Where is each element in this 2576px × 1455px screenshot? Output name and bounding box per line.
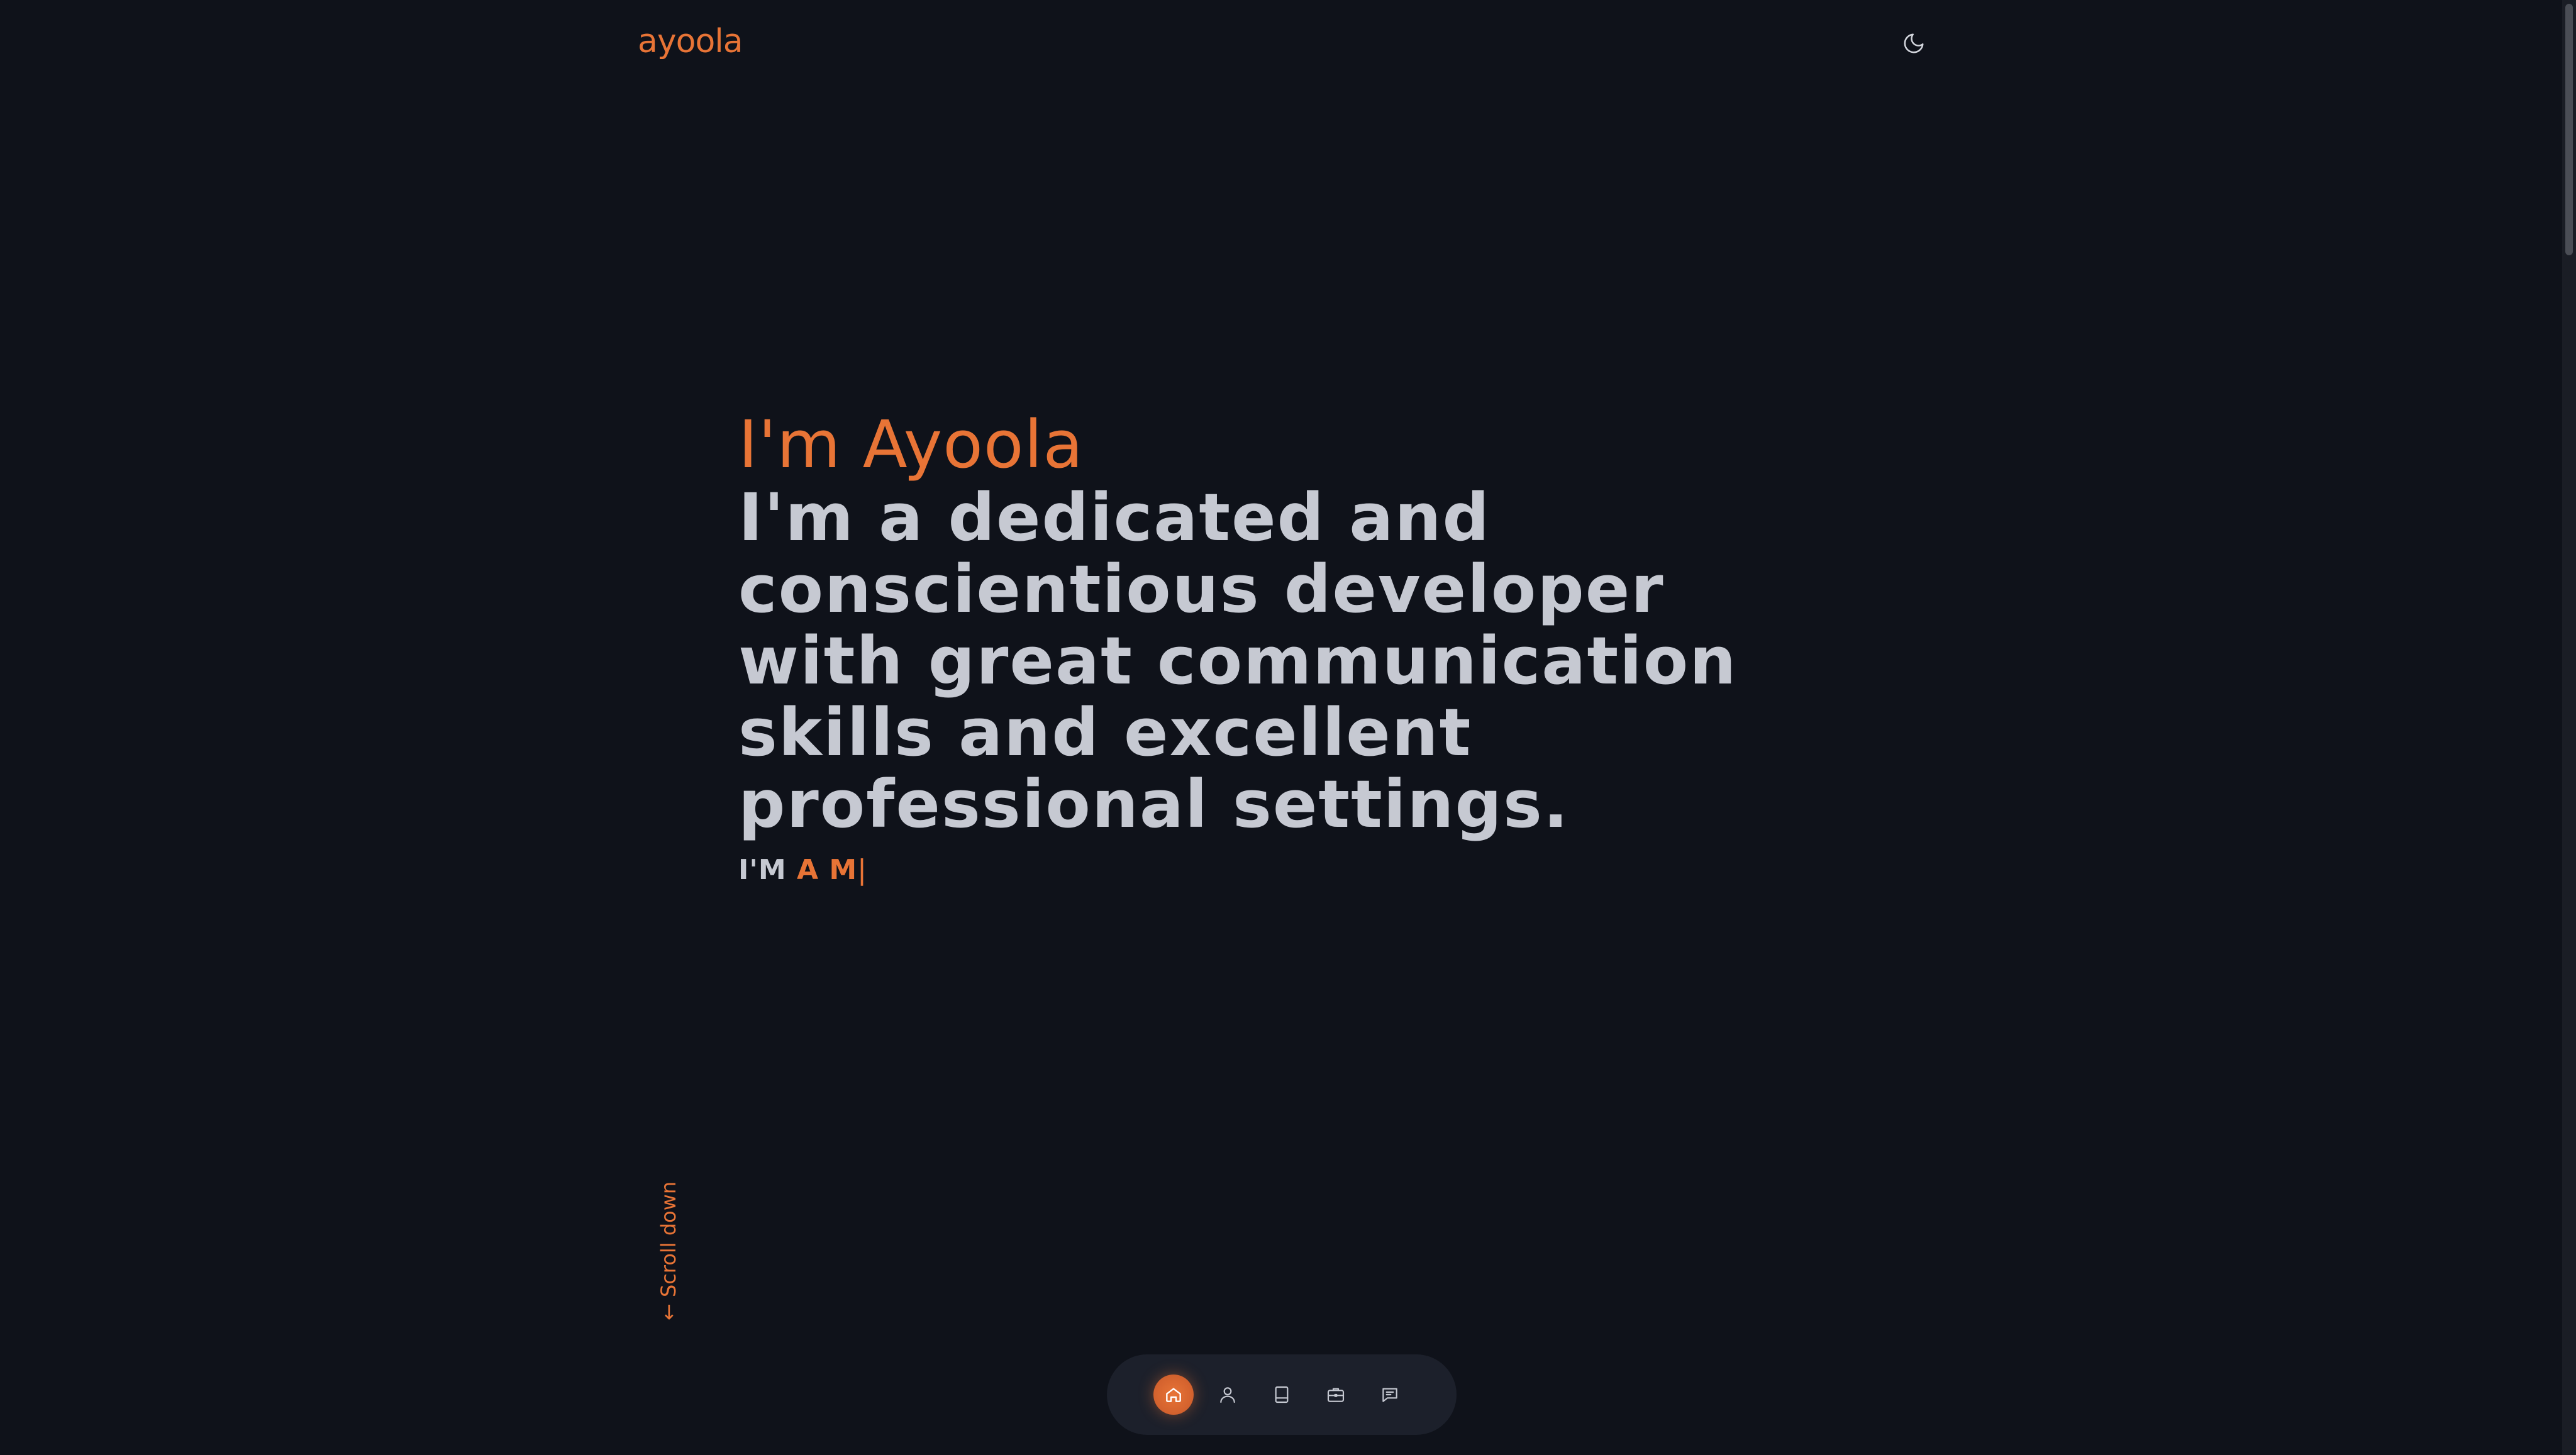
theme-toggle-button[interactable] [1898,28,1929,59]
user-icon [1220,1387,1235,1403]
nav-home-button[interactable] [1153,1375,1194,1415]
message-icon [1382,1388,1397,1402]
home-icon [1166,1388,1181,1402]
briefcase-icon [1327,1388,1345,1402]
nav-about-button[interactable] [1208,1375,1248,1415]
typing-cursor: | [857,854,867,886]
bottom-nav-dock [1107,1354,1457,1435]
scrollbar-thumb[interactable] [2565,4,2573,255]
page-scrollbar[interactable] [2562,0,2576,1455]
nav-contact-button[interactable] [1370,1375,1410,1415]
hero-section: I'm Ayoola I'm a dedicated and conscient… [738,407,1845,886]
hero-description: I'm a dedicated and conscientious develo… [738,479,1738,843]
scroll-down-label: ← Scroll down [657,1181,680,1320]
scroll-down-link[interactable]: ← Scroll down [654,1181,692,1320]
nav-portfolio-button[interactable] [1316,1375,1356,1415]
hero-role-prefix: I'M [738,854,787,886]
book-icon [1275,1386,1289,1403]
moon-icon [1904,33,1924,53]
nav-resume-button[interactable] [1262,1375,1302,1415]
hero-role: I'M A M| [738,854,1845,886]
page: ayoola I'm Ayoola I'm a dedicated and co… [0,0,2576,1455]
hero-name: I'm Ayoola [738,406,1084,483]
hero-role-typed: A M [796,854,858,886]
site-logo[interactable]: ayoola [638,23,743,60]
